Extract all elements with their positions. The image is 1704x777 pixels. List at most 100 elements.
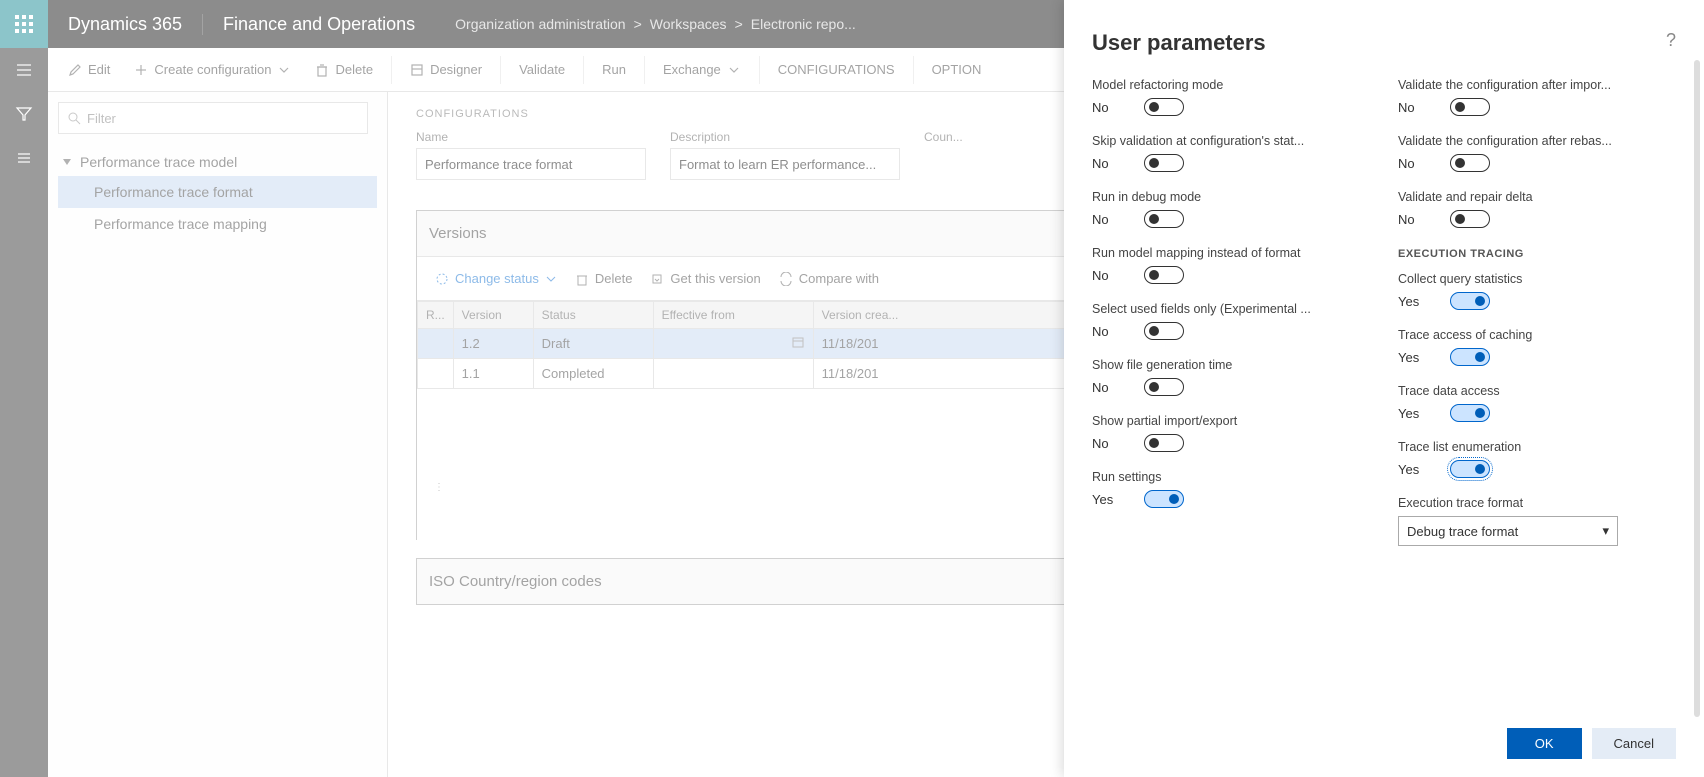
toggle-switch[interactable] bbox=[1144, 378, 1184, 396]
chevron-down-icon bbox=[727, 63, 741, 77]
param-label: Run settings bbox=[1092, 470, 1370, 484]
param-label: Select used fields only (Experimental ..… bbox=[1092, 302, 1370, 316]
run-button[interactable]: Run bbox=[592, 56, 636, 83]
toggle-switch[interactable] bbox=[1144, 266, 1184, 284]
param-item: Select used fields only (Experimental ..… bbox=[1092, 302, 1370, 340]
toggle-switch[interactable] bbox=[1450, 98, 1490, 116]
filter-box[interactable] bbox=[58, 102, 368, 134]
tree-child-node[interactable]: Performance trace mapping bbox=[58, 208, 377, 240]
config-tree: Performance trace model Performance trac… bbox=[58, 148, 377, 240]
cancel-button[interactable]: Cancel bbox=[1592, 728, 1676, 759]
col-r[interactable]: R... bbox=[418, 302, 454, 329]
param-item: Validate the configuration after rebas..… bbox=[1398, 134, 1676, 172]
param-item: Validate and repair delta No bbox=[1398, 190, 1676, 228]
left-nav-rail bbox=[0, 48, 48, 777]
param-item: Trace list enumerationYes bbox=[1398, 440, 1676, 478]
nav-filter-button[interactable] bbox=[0, 92, 48, 136]
trash-icon bbox=[315, 63, 329, 77]
param-value: No bbox=[1398, 100, 1422, 115]
designer-button[interactable]: Designer bbox=[400, 56, 492, 83]
create-config-button[interactable]: Create configuration bbox=[124, 56, 301, 83]
param-item: Validate the configuration after impor..… bbox=[1398, 78, 1676, 116]
col-effective[interactable]: Effective from bbox=[653, 302, 813, 329]
configurations-menu[interactable]: CONFIGURATIONS bbox=[768, 56, 905, 83]
param-value: No bbox=[1398, 212, 1422, 227]
toggle-switch[interactable] bbox=[1450, 210, 1490, 228]
toggle-switch[interactable] bbox=[1450, 154, 1490, 172]
field-label: Name bbox=[416, 130, 646, 144]
param-label: Validate and repair delta bbox=[1398, 190, 1676, 204]
param-label: Execution trace format bbox=[1398, 496, 1676, 510]
param-column-left: Model refactoring modeNoSkip validation … bbox=[1092, 78, 1370, 704]
param-label: Trace data access bbox=[1398, 384, 1676, 398]
configuration-tree-panel: Performance trace model Performance trac… bbox=[48, 92, 388, 777]
col-version[interactable]: Version bbox=[453, 302, 533, 329]
param-value: No bbox=[1092, 324, 1116, 339]
tree-parent-node[interactable]: Performance trace model bbox=[58, 148, 377, 176]
compare-button[interactable]: Compare with bbox=[773, 267, 885, 290]
param-label: Trace access of caching bbox=[1398, 328, 1676, 342]
hamburger-icon bbox=[15, 61, 33, 79]
tree-child-node[interactable]: Performance trace format bbox=[58, 176, 377, 208]
toggle-switch[interactable] bbox=[1144, 210, 1184, 228]
breadcrumb-item[interactable]: Organization administration bbox=[455, 16, 625, 32]
toggle-switch[interactable] bbox=[1450, 292, 1490, 310]
collapse-icon bbox=[62, 157, 72, 167]
toggle-switch[interactable] bbox=[1144, 154, 1184, 172]
delete-button[interactable]: Delete bbox=[305, 56, 383, 83]
toggle-switch[interactable] bbox=[1450, 404, 1490, 422]
param-value: No bbox=[1398, 156, 1422, 171]
change-status-button[interactable]: Change status bbox=[429, 267, 563, 290]
breadcrumb-item[interactable]: Workspaces bbox=[650, 16, 727, 32]
toggle-switch[interactable] bbox=[1144, 98, 1184, 116]
version-delete-button[interactable]: Delete bbox=[569, 267, 639, 290]
scrollbar[interactable] bbox=[1694, 66, 1700, 716]
param-item: Trace data accessYes bbox=[1398, 384, 1676, 422]
toggle-switch[interactable] bbox=[1450, 348, 1490, 366]
toggle-switch[interactable] bbox=[1144, 322, 1184, 340]
param-item: Execution trace format Debug trace format… bbox=[1398, 496, 1676, 546]
download-icon bbox=[650, 272, 664, 286]
nav-list-button[interactable] bbox=[0, 136, 48, 180]
get-version-button[interactable]: Get this version bbox=[644, 267, 766, 290]
name-input[interactable] bbox=[416, 148, 646, 180]
toggle-switch[interactable] bbox=[1144, 490, 1184, 508]
param-item: Trace access of caching Yes bbox=[1398, 328, 1676, 366]
param-label: Show file generation time bbox=[1092, 358, 1370, 372]
help-button[interactable]: ? bbox=[1666, 30, 1676, 51]
toggle-switch[interactable] bbox=[1144, 434, 1184, 452]
field-label: Coun... bbox=[924, 130, 984, 144]
param-label: Validate the configuration after rebas..… bbox=[1398, 134, 1676, 148]
param-column-right: Validate the configuration after impor..… bbox=[1398, 78, 1676, 704]
exec-tracing-header: EXECUTION TRACING bbox=[1398, 248, 1676, 260]
validate-button[interactable]: Validate bbox=[509, 56, 575, 83]
search-icon bbox=[67, 111, 81, 125]
param-value: No bbox=[1092, 100, 1116, 115]
splitter-handle[interactable]: ⋮ bbox=[434, 482, 440, 502]
breadcrumb-item[interactable]: Electronic repo... bbox=[751, 16, 856, 32]
module-name: Finance and Operations bbox=[202, 14, 435, 35]
ok-button[interactable]: OK bbox=[1507, 728, 1582, 759]
calendar-icon[interactable] bbox=[791, 335, 805, 349]
col-status[interactable]: Status bbox=[533, 302, 653, 329]
param-item: Run settingsYes bbox=[1092, 470, 1370, 508]
toggle-switch[interactable] bbox=[1450, 460, 1490, 478]
pane-title: User parameters bbox=[1092, 30, 1266, 56]
param-value: Yes bbox=[1398, 294, 1422, 309]
param-item: Run model mapping instead of formatNo bbox=[1092, 246, 1370, 284]
trash-icon bbox=[575, 272, 589, 286]
edit-button[interactable]: Edit bbox=[58, 56, 120, 83]
param-value: No bbox=[1092, 212, 1116, 227]
param-value: No bbox=[1092, 436, 1116, 451]
options-menu[interactable]: OPTION bbox=[922, 56, 992, 83]
param-item: Show file generation timeNo bbox=[1092, 358, 1370, 396]
nav-expand-button[interactable] bbox=[0, 48, 48, 92]
param-label: Model refactoring mode bbox=[1092, 78, 1370, 92]
description-input[interactable] bbox=[670, 148, 900, 180]
exec-trace-format-select[interactable]: Debug trace format▾ bbox=[1398, 516, 1618, 546]
app-launcher[interactable] bbox=[0, 0, 48, 48]
status-icon bbox=[435, 272, 449, 286]
filter-input[interactable] bbox=[87, 111, 359, 126]
param-value: Yes bbox=[1398, 350, 1422, 365]
exchange-button[interactable]: Exchange bbox=[653, 56, 751, 83]
